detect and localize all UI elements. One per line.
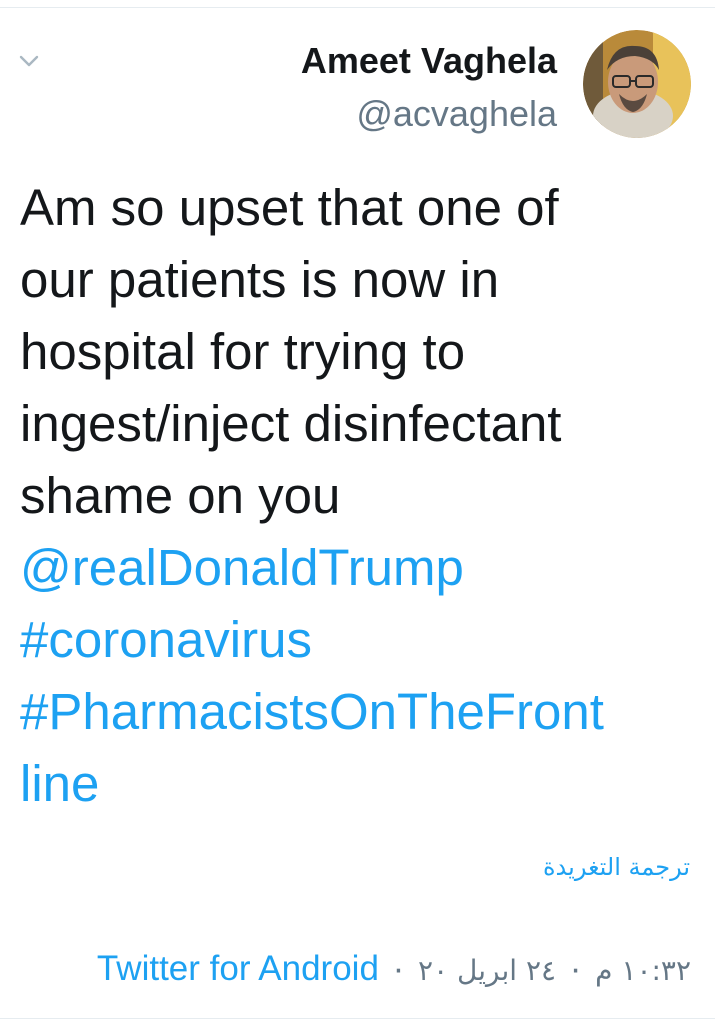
mention-link[interactable]: @realDonaldTrump (20, 532, 700, 604)
source-link[interactable]: Twitter for Android (97, 949, 379, 988)
translate-tweet-link[interactable]: ترجمة التغريدة (543, 853, 690, 881)
author-display-name[interactable]: Ameet Vaghela (301, 40, 557, 82)
tweet-date: ٢٤ ابريل ٢٠ (418, 954, 557, 987)
separator: · (392, 949, 405, 988)
avatar[interactable] (583, 30, 691, 138)
tweet-time: ١٠:٣٢ م (595, 954, 691, 987)
tweet-metadata: Twitter for Android · ٢٤ ابريل ٢٠ · ١٠:٣… (97, 946, 691, 994)
tweet-text: Am so upset that one of our patients is … (20, 172, 700, 820)
tweet-text-line: shame on you (20, 467, 341, 524)
tweet-text-line: Am so upset that one of (20, 179, 559, 236)
tweet-text-line: our patients is now in (20, 251, 500, 308)
bottom-divider (0, 1018, 715, 1019)
separator: · (569, 949, 582, 988)
author-block: Ameet Vaghela @acvaghela (301, 40, 557, 134)
chevron-down-icon[interactable] (16, 48, 42, 74)
tweet-text-line: hospital for trying to (20, 323, 466, 380)
hashtag-link-pharmacists-continued[interactable]: line (20, 748, 700, 820)
author-handle[interactable]: @acvaghela (301, 94, 557, 134)
top-divider (0, 7, 715, 8)
hashtag-link-pharmacists[interactable]: #PharmacistsOnTheFront (20, 676, 700, 748)
hashtag-link-coronavirus[interactable]: #coronavirus (20, 604, 700, 676)
tweet-text-line: ingest/inject disinfectant (20, 395, 562, 452)
